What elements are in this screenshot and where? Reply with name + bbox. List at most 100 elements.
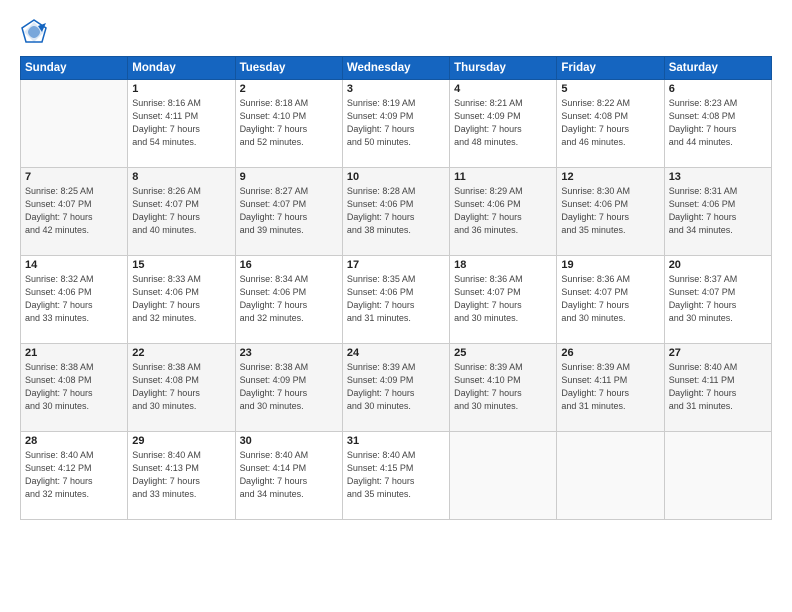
day-number: 18 [454, 259, 552, 271]
day-info: Sunrise: 8:40 AM Sunset: 4:15 PM Dayligh… [347, 449, 445, 501]
day-number: 3 [347, 83, 445, 95]
weekday-row: SundayMondayTuesdayWednesdayThursdayFrid… [21, 57, 772, 80]
day-info: Sunrise: 8:40 AM Sunset: 4:12 PM Dayligh… [25, 449, 123, 501]
header [20, 18, 772, 46]
day-number: 6 [669, 83, 767, 95]
day-number: 1 [132, 83, 230, 95]
day-number: 19 [561, 259, 659, 271]
day-info: Sunrise: 8:32 AM Sunset: 4:06 PM Dayligh… [25, 273, 123, 325]
day-number: 22 [132, 347, 230, 359]
day-info: Sunrise: 8:37 AM Sunset: 4:07 PM Dayligh… [669, 273, 767, 325]
calendar-cell: 27 Sunrise: 8:40 AM Sunset: 4:11 PM Dayli… [664, 344, 771, 432]
calendar-header: SundayMondayTuesdayWednesdayThursdayFrid… [21, 57, 772, 80]
day-info: Sunrise: 8:38 AM Sunset: 4:08 PM Dayligh… [25, 361, 123, 413]
logo [20, 18, 52, 46]
weekday-header-wednesday: Wednesday [342, 57, 449, 80]
day-number: 23 [240, 347, 338, 359]
day-number: 11 [454, 171, 552, 183]
day-number: 9 [240, 171, 338, 183]
calendar-cell [450, 432, 557, 520]
day-number: 20 [669, 259, 767, 271]
day-info: Sunrise: 8:21 AM Sunset: 4:09 PM Dayligh… [454, 97, 552, 149]
calendar-cell: 10 Sunrise: 8:28 AM Sunset: 4:06 PM Dayli… [342, 168, 449, 256]
day-info: Sunrise: 8:19 AM Sunset: 4:09 PM Dayligh… [347, 97, 445, 149]
calendar-table: SundayMondayTuesdayWednesdayThursdayFrid… [20, 56, 772, 520]
day-number: 17 [347, 259, 445, 271]
day-info: Sunrise: 8:38 AM Sunset: 4:09 PM Dayligh… [240, 361, 338, 413]
weekday-header-sunday: Sunday [21, 57, 128, 80]
day-number: 8 [132, 171, 230, 183]
calendar-week-4: 21 Sunrise: 8:38 AM Sunset: 4:08 PM Dayli… [21, 344, 772, 432]
day-number: 30 [240, 435, 338, 447]
calendar-week-3: 14 Sunrise: 8:32 AM Sunset: 4:06 PM Dayli… [21, 256, 772, 344]
calendar-cell: 1 Sunrise: 8:16 AM Sunset: 4:11 PM Daylig… [128, 80, 235, 168]
calendar-cell [664, 432, 771, 520]
calendar-cell: 28 Sunrise: 8:40 AM Sunset: 4:12 PM Dayli… [21, 432, 128, 520]
day-info: Sunrise: 8:29 AM Sunset: 4:06 PM Dayligh… [454, 185, 552, 237]
calendar-cell: 16 Sunrise: 8:34 AM Sunset: 4:06 PM Dayli… [235, 256, 342, 344]
day-info: Sunrise: 8:33 AM Sunset: 4:06 PM Dayligh… [132, 273, 230, 325]
day-number: 27 [669, 347, 767, 359]
day-number: 13 [669, 171, 767, 183]
calendar-cell: 2 Sunrise: 8:18 AM Sunset: 4:10 PM Daylig… [235, 80, 342, 168]
calendar-cell: 4 Sunrise: 8:21 AM Sunset: 4:09 PM Daylig… [450, 80, 557, 168]
calendar-week-1: 1 Sunrise: 8:16 AM Sunset: 4:11 PM Daylig… [21, 80, 772, 168]
day-info: Sunrise: 8:28 AM Sunset: 4:06 PM Dayligh… [347, 185, 445, 237]
calendar-cell: 15Sunrise: 8:33 AM Sunset: 4:06 PM Dayli… [128, 256, 235, 344]
calendar-cell: 11 Sunrise: 8:29 AM Sunset: 4:06 PM Dayli… [450, 168, 557, 256]
calendar-cell: 17Sunrise: 8:35 AM Sunset: 4:06 PM Dayli… [342, 256, 449, 344]
day-number: 16 [240, 259, 338, 271]
day-info: Sunrise: 8:16 AM Sunset: 4:11 PM Dayligh… [132, 97, 230, 149]
page: SundayMondayTuesdayWednesdayThursdayFrid… [0, 0, 792, 612]
day-info: Sunrise: 8:22 AM Sunset: 4:08 PM Dayligh… [561, 97, 659, 149]
calendar-cell: 18 Sunrise: 8:36 AM Sunset: 4:07 PM Dayli… [450, 256, 557, 344]
calendar-cell: 7 Sunrise: 8:25 AM Sunset: 4:07 PM Daylig… [21, 168, 128, 256]
calendar-cell: 31Sunrise: 8:40 AM Sunset: 4:15 PM Dayli… [342, 432, 449, 520]
day-number: 29 [132, 435, 230, 447]
day-info: Sunrise: 8:18 AM Sunset: 4:10 PM Dayligh… [240, 97, 338, 149]
day-info: Sunrise: 8:36 AM Sunset: 4:07 PM Dayligh… [454, 273, 552, 325]
calendar-cell: 12Sunrise: 8:30 AM Sunset: 4:06 PM Dayli… [557, 168, 664, 256]
day-number: 7 [25, 171, 123, 183]
day-info: Sunrise: 8:31 AM Sunset: 4:06 PM Dayligh… [669, 185, 767, 237]
calendar-cell: 9 Sunrise: 8:27 AM Sunset: 4:07 PM Daylig… [235, 168, 342, 256]
day-info: Sunrise: 8:40 AM Sunset: 4:11 PM Dayligh… [669, 361, 767, 413]
calendar-cell: 20 Sunrise: 8:37 AM Sunset: 4:07 PM Dayli… [664, 256, 771, 344]
calendar-cell: 22 Sunrise: 8:38 AM Sunset: 4:08 PM Dayli… [128, 344, 235, 432]
calendar-cell: 8 Sunrise: 8:26 AM Sunset: 4:07 PM Daylig… [128, 168, 235, 256]
day-info: Sunrise: 8:40 AM Sunset: 4:13 PM Dayligh… [132, 449, 230, 501]
calendar-cell: 30Sunrise: 8:40 AM Sunset: 4:14 PM Dayli… [235, 432, 342, 520]
calendar-cell: 5 Sunrise: 8:22 AM Sunset: 4:08 PM Daylig… [557, 80, 664, 168]
weekday-header-saturday: Saturday [664, 57, 771, 80]
calendar-cell: 21 Sunrise: 8:38 AM Sunset: 4:08 PM Dayli… [21, 344, 128, 432]
day-info: Sunrise: 8:38 AM Sunset: 4:08 PM Dayligh… [132, 361, 230, 413]
day-info: Sunrise: 8:26 AM Sunset: 4:07 PM Dayligh… [132, 185, 230, 237]
calendar-cell: 13 Sunrise: 8:31 AM Sunset: 4:06 PM Dayli… [664, 168, 771, 256]
day-info: Sunrise: 8:27 AM Sunset: 4:07 PM Dayligh… [240, 185, 338, 237]
day-number: 4 [454, 83, 552, 95]
weekday-header-friday: Friday [557, 57, 664, 80]
day-info: Sunrise: 8:39 AM Sunset: 4:11 PM Dayligh… [561, 361, 659, 413]
calendar-week-5: 28 Sunrise: 8:40 AM Sunset: 4:12 PM Dayli… [21, 432, 772, 520]
day-info: Sunrise: 8:36 AM Sunset: 4:07 PM Dayligh… [561, 273, 659, 325]
calendar-week-2: 7 Sunrise: 8:25 AM Sunset: 4:07 PM Daylig… [21, 168, 772, 256]
calendar-cell: 14 Sunrise: 8:32 AM Sunset: 4:06 PM Dayli… [21, 256, 128, 344]
weekday-header-thursday: Thursday [450, 57, 557, 80]
day-number: 10 [347, 171, 445, 183]
day-number: 14 [25, 259, 123, 271]
day-number: 25 [454, 347, 552, 359]
day-number: 21 [25, 347, 123, 359]
day-info: Sunrise: 8:23 AM Sunset: 4:08 PM Dayligh… [669, 97, 767, 149]
day-number: 24 [347, 347, 445, 359]
day-info: Sunrise: 8:34 AM Sunset: 4:06 PM Dayligh… [240, 273, 338, 325]
calendar-cell: 26Sunrise: 8:39 AM Sunset: 4:11 PM Dayli… [557, 344, 664, 432]
day-info: Sunrise: 8:25 AM Sunset: 4:07 PM Dayligh… [25, 185, 123, 237]
day-info: Sunrise: 8:39 AM Sunset: 4:09 PM Dayligh… [347, 361, 445, 413]
day-number: 12 [561, 171, 659, 183]
calendar-cell [21, 80, 128, 168]
calendar-cell: 24 Sunrise: 8:39 AM Sunset: 4:09 PM Dayli… [342, 344, 449, 432]
day-number: 5 [561, 83, 659, 95]
day-number: 28 [25, 435, 123, 447]
day-number: 2 [240, 83, 338, 95]
calendar-cell: 6 Sunrise: 8:23 AM Sunset: 4:08 PM Daylig… [664, 80, 771, 168]
